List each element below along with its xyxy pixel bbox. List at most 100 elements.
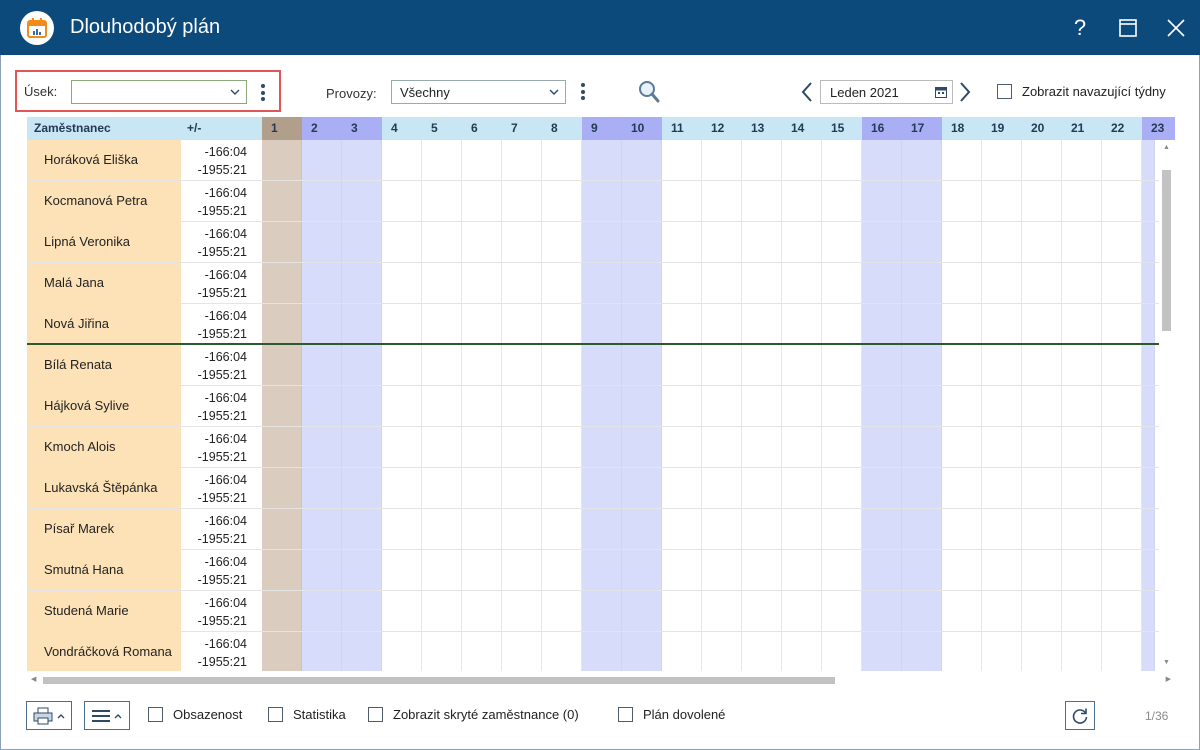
day-cell[interactable] xyxy=(742,386,782,426)
day-cell[interactable] xyxy=(622,427,662,467)
day-cell[interactable] xyxy=(782,591,822,631)
day-cell[interactable] xyxy=(902,140,942,180)
day-cell[interactable] xyxy=(942,181,982,221)
day-cell[interactable] xyxy=(782,263,822,303)
header-day[interactable]: 15 xyxy=(822,117,862,140)
header-day[interactable]: 10 xyxy=(622,117,662,140)
day-cell[interactable] xyxy=(502,386,542,426)
day-cell[interactable] xyxy=(702,632,742,671)
day-cell[interactable] xyxy=(302,468,342,508)
day-cell[interactable] xyxy=(662,181,702,221)
day-cell[interactable] xyxy=(662,263,702,303)
header-day[interactable]: 3 xyxy=(342,117,382,140)
day-cell[interactable] xyxy=(502,181,542,221)
header-day[interactable]: 13 xyxy=(742,117,782,140)
day-cell[interactable] xyxy=(582,427,622,467)
day-cell[interactable] xyxy=(502,427,542,467)
employee-name[interactable]: Studená Marie xyxy=(27,591,181,631)
day-cell[interactable] xyxy=(462,263,502,303)
header-day[interactable]: 17 xyxy=(902,117,942,140)
day-cell[interactable] xyxy=(382,140,422,180)
day-cell[interactable] xyxy=(1142,222,1155,262)
day-cell[interactable] xyxy=(582,509,622,549)
employee-name[interactable]: Malá Jana xyxy=(27,263,181,303)
day-cell[interactable] xyxy=(662,386,702,426)
day-cell[interactable] xyxy=(1102,304,1142,343)
day-cell[interactable] xyxy=(462,591,502,631)
day-cell[interactable] xyxy=(422,386,462,426)
day-cell[interactable] xyxy=(422,427,462,467)
day-cell[interactable] xyxy=(1022,140,1062,180)
day-cell[interactable] xyxy=(1062,509,1102,549)
day-cell[interactable] xyxy=(1062,632,1102,671)
day-cell[interactable] xyxy=(622,140,662,180)
day-cell[interactable] xyxy=(822,386,862,426)
day-cell[interactable] xyxy=(582,181,622,221)
day-cell[interactable] xyxy=(1102,222,1142,262)
day-cell[interactable] xyxy=(1022,427,1062,467)
day-cell[interactable] xyxy=(1062,181,1102,221)
day-cell[interactable] xyxy=(1022,632,1062,671)
day-cell[interactable] xyxy=(302,550,342,590)
day-cell[interactable] xyxy=(622,181,662,221)
day-cell[interactable] xyxy=(982,509,1022,549)
day-cell[interactable] xyxy=(822,591,862,631)
header-day[interactable]: 23 xyxy=(1142,117,1175,140)
day-cell[interactable] xyxy=(1062,263,1102,303)
day-cell[interactable] xyxy=(422,468,462,508)
day-cell[interactable] xyxy=(1022,386,1062,426)
day-cell[interactable] xyxy=(862,345,902,385)
day-cell[interactable] xyxy=(1022,263,1062,303)
provozy-select[interactable]: Všechny xyxy=(391,80,566,104)
statistika-toggle[interactable]: Statistika xyxy=(268,707,346,722)
day-cell[interactable] xyxy=(862,304,902,343)
day-cell[interactable] xyxy=(662,632,702,671)
day-cell[interactable] xyxy=(262,304,302,343)
day-cell[interactable] xyxy=(662,427,702,467)
day-cell[interactable] xyxy=(462,345,502,385)
day-cell[interactable] xyxy=(262,222,302,262)
day-cell[interactable] xyxy=(622,468,662,508)
day-cell[interactable] xyxy=(1062,591,1102,631)
day-cell[interactable] xyxy=(742,509,782,549)
vertical-scrollbar[interactable]: ▲ ▼ xyxy=(1159,140,1175,670)
day-cell[interactable] xyxy=(902,550,942,590)
day-cell[interactable] xyxy=(302,181,342,221)
day-cell[interactable] xyxy=(382,550,422,590)
header-day[interactable]: 20 xyxy=(1022,117,1062,140)
day-cell[interactable] xyxy=(822,468,862,508)
day-cell[interactable] xyxy=(302,304,342,343)
day-cell[interactable] xyxy=(1142,263,1155,303)
day-cell[interactable] xyxy=(902,345,942,385)
day-cell[interactable] xyxy=(502,345,542,385)
next-month-icon[interactable] xyxy=(958,81,972,103)
header-day[interactable]: 6 xyxy=(462,117,502,140)
day-cell[interactable] xyxy=(302,345,342,385)
day-cell[interactable] xyxy=(622,263,662,303)
day-cell[interactable] xyxy=(702,591,742,631)
day-cell[interactable] xyxy=(262,591,302,631)
vacation-plan-checkbox[interactable] xyxy=(618,707,633,722)
day-cell[interactable] xyxy=(742,632,782,671)
day-cell[interactable] xyxy=(422,263,462,303)
day-cell[interactable] xyxy=(342,591,382,631)
previous-month-icon[interactable] xyxy=(800,81,814,103)
day-cell[interactable] xyxy=(902,263,942,303)
day-cell[interactable] xyxy=(302,263,342,303)
day-cell[interactable] xyxy=(302,591,342,631)
day-cell[interactable] xyxy=(822,632,862,671)
scroll-left-icon[interactable]: ◀ xyxy=(31,675,36,683)
day-cell[interactable] xyxy=(942,509,982,549)
day-cell[interactable] xyxy=(862,550,902,590)
day-cell[interactable] xyxy=(862,140,902,180)
hidden-employees-toggle[interactable]: Zobrazit skryté zaměstnance (0) xyxy=(368,707,579,722)
day-cell[interactable] xyxy=(1102,181,1142,221)
day-cell[interactable] xyxy=(942,386,982,426)
day-cell[interactable] xyxy=(1022,222,1062,262)
header-day[interactable]: 4 xyxy=(382,117,422,140)
day-cell[interactable] xyxy=(662,345,702,385)
day-cell[interactable] xyxy=(902,509,942,549)
day-cell[interactable] xyxy=(942,222,982,262)
day-cell[interactable] xyxy=(1022,181,1062,221)
header-day[interactable]: 14 xyxy=(782,117,822,140)
